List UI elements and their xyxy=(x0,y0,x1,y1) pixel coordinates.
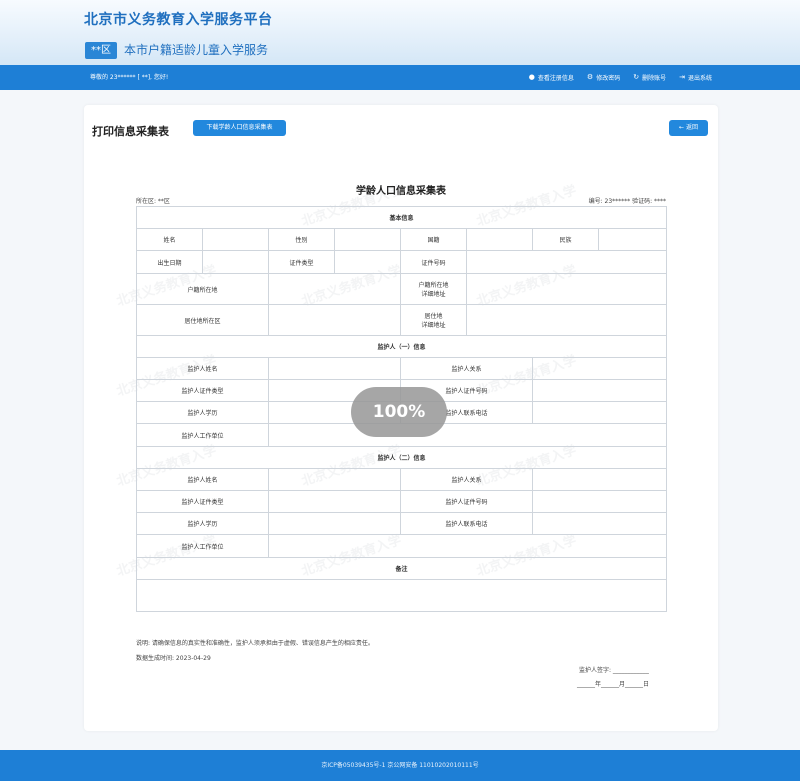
value-cell xyxy=(268,357,401,380)
label-guardian-id-type: 监护人证件类型 xyxy=(136,490,269,513)
nav-link-label: 查看注册信息 xyxy=(537,75,574,82)
value-cell xyxy=(268,490,401,513)
value-cell xyxy=(465,304,668,336)
welcome-text: 尊敬的 23****** [ **], 您好! xyxy=(90,74,169,81)
value-cell xyxy=(531,401,668,424)
generated-time: 数据生成时间: 2023-04-29 xyxy=(136,655,211,662)
remark-header: 备注 xyxy=(135,557,668,580)
user-circle-icon: ● xyxy=(528,73,535,81)
label-line: 居住地 xyxy=(424,313,443,320)
label-gender: 性别 xyxy=(268,228,335,251)
label-guardian-relation: 监护人关系 xyxy=(400,468,533,491)
label-guardian-education: 监护人学历 xyxy=(136,401,269,424)
refresh-icon: ↻ xyxy=(633,73,640,81)
label-guardian-id-type: 监护人证件类型 xyxy=(136,379,269,402)
section-header-basic: 基本信息 xyxy=(135,206,668,229)
value-cell xyxy=(531,490,668,513)
value-cell xyxy=(267,534,668,558)
back-button-label: 返回 xyxy=(685,124,698,131)
site-title: 北京市义务教育入学服务平台 xyxy=(84,12,273,28)
value-cell xyxy=(202,228,269,251)
nav-link-label: 退出系统 xyxy=(687,75,712,82)
label-birth-date: 出生日期 xyxy=(136,250,203,274)
arrow-left-icon: ← xyxy=(679,124,685,131)
serial-line: 编号: 23****** 验证码: **** xyxy=(588,198,666,205)
view-registration-link[interactable]: ● 查看注册信息 xyxy=(528,73,574,83)
label-name: 姓名 xyxy=(136,228,203,251)
zoom-indicator: 100% xyxy=(351,387,447,437)
label-nationality: 国籍 xyxy=(400,228,467,251)
label-guardian-name: 监护人姓名 xyxy=(136,468,269,491)
nav-link-label: 修改密码 xyxy=(596,75,621,82)
value-cell xyxy=(531,379,668,402)
value-cell xyxy=(597,228,668,251)
label-guardian-education: 监护人学历 xyxy=(136,512,269,535)
section-header-guardian-2: 监护人（二）信息 xyxy=(135,446,668,469)
gear-icon: ⚙ xyxy=(586,73,594,81)
logout-link[interactable]: ⇥ 退出系统 xyxy=(679,73,712,83)
logout-icon: ⇥ xyxy=(679,73,685,81)
label-guardian-id-number: 监护人证件号码 xyxy=(400,490,533,513)
value-cell xyxy=(268,273,401,305)
value-cell xyxy=(334,228,401,251)
label-residence-address: 居住地 详细地址 xyxy=(400,304,467,336)
label-id-number: 证件号码 xyxy=(400,250,467,274)
value-cell xyxy=(531,468,668,491)
value-cell xyxy=(268,512,401,535)
value-cell xyxy=(268,468,401,491)
service-title: 本市户籍适龄儿童入学服务 xyxy=(124,43,269,57)
remark-body xyxy=(135,579,668,612)
value-cell xyxy=(531,512,668,535)
value-cell xyxy=(465,250,668,274)
value-cell xyxy=(465,273,668,305)
section-header-guardian-1: 监护人（一）信息 xyxy=(135,335,668,358)
value-cell xyxy=(334,250,401,274)
value-cell xyxy=(202,250,269,274)
value-cell xyxy=(531,357,668,380)
top-header: 北京市义务教育入学服务平台 **区 本市户籍适龄儿童入学服务 xyxy=(0,0,800,65)
label-id-type: 证件类型 xyxy=(268,250,335,274)
label-hukou-place: 户籍所在地 xyxy=(136,273,269,305)
district-line: 所在区: **区 xyxy=(136,198,170,205)
label-guardian-name: 监护人姓名 xyxy=(136,357,269,380)
label-line: 详细地址 xyxy=(421,322,446,329)
delete-account-link[interactable]: ↻ 删除账号 xyxy=(633,73,667,83)
label-guardian-phone: 监护人联系电话 xyxy=(400,512,533,535)
label-guardian-employer: 监护人工作单位 xyxy=(136,534,269,558)
download-form-button[interactable]: 下载学龄人口信息采集表 xyxy=(193,120,286,136)
district-badge: **区 xyxy=(85,42,117,59)
guardian-signature-line: 监护人签字: ____________ xyxy=(579,667,649,674)
back-button[interactable]: ← 返回 xyxy=(669,120,708,136)
page-title: 打印信息采集表 xyxy=(92,125,169,138)
value-cell xyxy=(466,228,533,251)
label-ethnicity: 民族 xyxy=(532,228,599,251)
disclaimer-note: 说明: 请确保信息的真实性和准确性，监护人须承担由于虚假、错误信息产生的相应责任… xyxy=(136,640,374,647)
nav-link-label: 删除账号 xyxy=(642,75,667,82)
label-line: 详细地址 xyxy=(421,291,446,298)
label-residence-district: 居住地所在区 xyxy=(136,304,269,336)
signature-date-line: ______年______月______日 xyxy=(577,681,650,688)
nav-links: ● 查看注册信息 ⚙ 修改密码 ↻ 删除账号 ⇥ 退出系统 xyxy=(529,65,712,90)
label-guardian-relation: 监护人关系 xyxy=(400,357,533,380)
label-hukou-address: 户籍所在地 详细地址 xyxy=(400,273,467,305)
footer: 京ICP备05039435号-1 京公网安备 11010202010111号 xyxy=(0,750,800,781)
change-password-link[interactable]: ⚙ 修改密码 xyxy=(586,73,621,83)
label-guardian-employer: 监护人工作单位 xyxy=(136,423,269,447)
form-title: 学龄人口信息采集表 xyxy=(356,186,446,197)
value-cell xyxy=(267,423,668,447)
value-cell xyxy=(268,304,401,336)
nav-bar: 尊敬的 23****** [ **], 您好! ● 查看注册信息 ⚙ 修改密码 … xyxy=(0,65,800,90)
label-line: 户籍所在地 xyxy=(418,282,449,289)
